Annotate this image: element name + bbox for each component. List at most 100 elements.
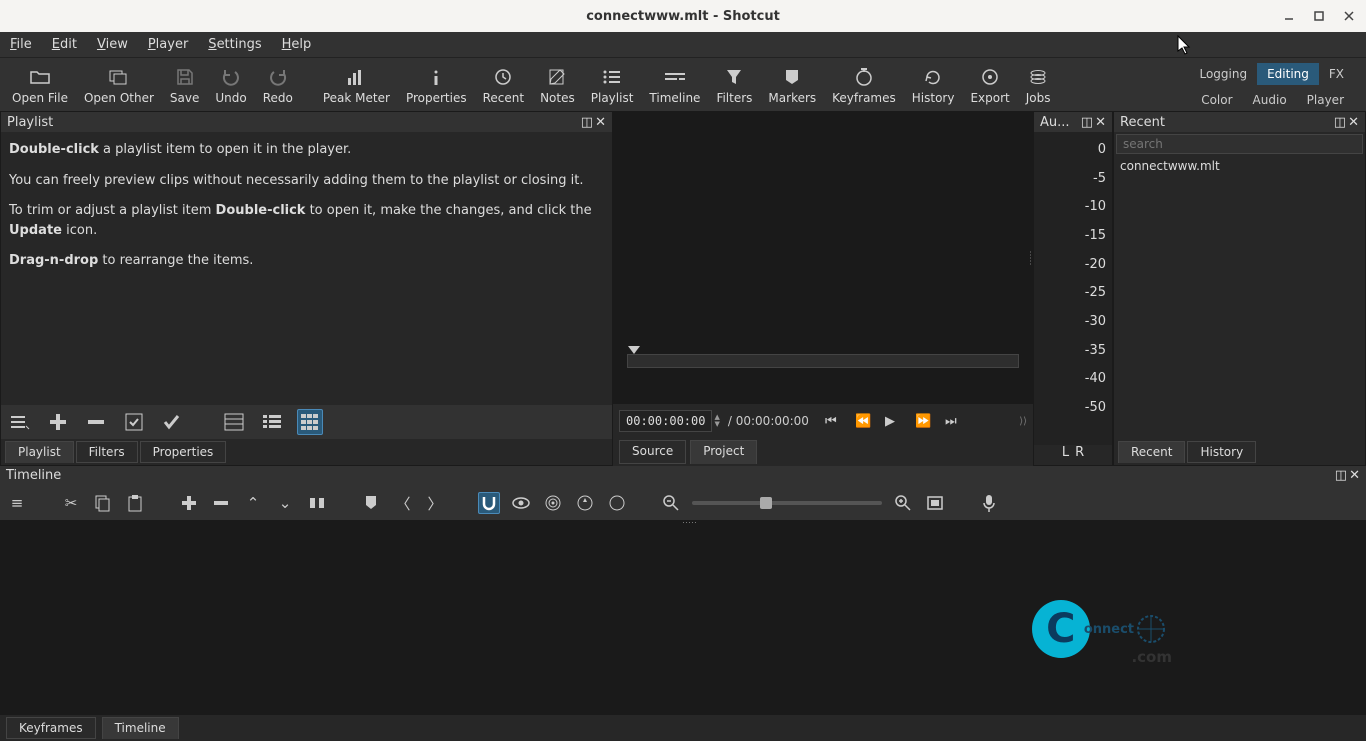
zoom-fit-icon[interactable]	[924, 492, 946, 514]
overwrite-icon[interactable]: ⌄	[274, 492, 296, 514]
copy-icon[interactable]	[92, 492, 114, 514]
maximize-button[interactable]	[1306, 3, 1332, 29]
keyframes-label: Keyframes	[832, 91, 896, 105]
ripple-icon[interactable]	[542, 492, 564, 514]
tab-editing[interactable]: Editing	[1257, 63, 1319, 85]
zoom-slider[interactable]	[692, 501, 882, 505]
close-panel-icon[interactable]: ✕	[1095, 115, 1106, 130]
close-panel-icon[interactable]: ✕	[1349, 468, 1360, 484]
tab-history[interactable]: History	[1187, 441, 1256, 463]
tab-keyframes-bottom[interactable]: Keyframes	[6, 717, 96, 739]
keyframes-button[interactable]: Keyframes	[824, 59, 904, 111]
open-other-button[interactable]: Open Other	[76, 59, 162, 111]
notes-button[interactable]: Notes	[532, 59, 583, 111]
ripple-all-icon[interactable]	[574, 492, 596, 514]
properties-button[interactable]: Properties	[398, 59, 475, 111]
timeline-menu-icon[interactable]: ≡	[6, 492, 28, 514]
menu-icon[interactable]	[7, 409, 33, 435]
redo-icon	[268, 65, 288, 89]
lift-icon[interactable]: ⌃	[242, 492, 264, 514]
redo-button[interactable]: Redo	[255, 59, 301, 111]
timecode-current[interactable]: 00:00:00:00	[619, 410, 712, 432]
skip-end-icon[interactable]: ⏭	[945, 414, 963, 429]
tab-logging[interactable]: Logging	[1189, 63, 1257, 85]
menu-player[interactable]: Player	[144, 35, 192, 54]
save-button[interactable]: Save	[162, 59, 207, 111]
menu-edit[interactable]: Edit	[48, 35, 81, 54]
paste-icon[interactable]	[124, 492, 146, 514]
play-icon[interactable]: ▶	[885, 414, 903, 429]
tab-timeline-bottom[interactable]: Timeline	[102, 717, 179, 739]
tab-project[interactable]: Project	[690, 440, 757, 464]
tab-color[interactable]: Color	[1191, 89, 1242, 111]
undock-icon[interactable]: ◫	[1335, 468, 1347, 484]
markers-button[interactable]: Markers	[760, 59, 824, 111]
fast-forward-icon[interactable]: ⏩	[915, 414, 933, 429]
tab-audio[interactable]: Audio	[1243, 89, 1297, 111]
recent-item[interactable]: connectwww.mlt	[1114, 156, 1365, 176]
tab-fx[interactable]: FX	[1319, 63, 1354, 85]
skip-start-icon[interactable]: ⏮	[825, 414, 843, 429]
tab-playlist-panel[interactable]: Playlist	[5, 441, 74, 463]
scrub-audio-icon[interactable]	[510, 492, 532, 514]
snap-icon[interactable]	[478, 492, 500, 514]
cut-icon[interactable]: ✂	[60, 492, 82, 514]
undo-button[interactable]: Undo	[207, 59, 254, 111]
recent-search-input[interactable]	[1116, 134, 1363, 154]
ripple-markers-icon[interactable]	[606, 492, 628, 514]
close-button[interactable]	[1336, 3, 1362, 29]
update-icon[interactable]	[121, 409, 147, 435]
append-icon[interactable]	[178, 492, 200, 514]
check-icon[interactable]	[159, 409, 185, 435]
undock-icon[interactable]: ◫	[1334, 115, 1346, 130]
record-audio-icon[interactable]	[978, 492, 1000, 514]
menu-help[interactable]: Help	[278, 35, 316, 54]
recent-button[interactable]: Recent	[475, 59, 532, 111]
close-panel-icon[interactable]: ✕	[1348, 115, 1359, 130]
prev-marker-icon[interactable]: 〈	[392, 492, 414, 514]
next-marker-icon[interactable]: 〉	[424, 492, 446, 514]
tab-filters-panel[interactable]: Filters	[76, 441, 138, 463]
menu-file[interactable]: File	[6, 35, 36, 54]
menu-settings[interactable]: Settings	[204, 35, 265, 54]
tab-source[interactable]: Source	[619, 440, 686, 464]
view-list-icon[interactable]	[259, 409, 285, 435]
marker-add-icon[interactable]	[360, 492, 382, 514]
minimize-button[interactable]	[1276, 3, 1302, 29]
menu-view[interactable]: View	[93, 35, 132, 54]
remove-icon[interactable]	[83, 409, 109, 435]
watermark-logo: C onnect .com	[1032, 600, 1166, 658]
history-button[interactable]: History	[904, 59, 963, 111]
peak-meter-button[interactable]: Peak Meter	[315, 59, 398, 111]
more-icon[interactable]: ⟩⟩	[1019, 416, 1027, 427]
rewind-icon[interactable]: ⏪	[855, 414, 873, 429]
disc-icon	[980, 65, 1000, 89]
scrub-bar[interactable]	[627, 354, 1019, 368]
timeline-header: Timeline ◫✕	[0, 466, 1366, 486]
playlist-button[interactable]: Playlist	[583, 59, 642, 111]
timeline-canvas[interactable]: C onnect .com	[0, 520, 1366, 715]
zoom-in-icon[interactable]	[892, 492, 914, 514]
tab-player[interactable]: Player	[1297, 89, 1354, 111]
open-file-button[interactable]: Open File	[4, 59, 76, 111]
bars-icon	[346, 65, 366, 89]
timeline-button[interactable]: Timeline	[641, 59, 708, 111]
tab-properties-panel[interactable]: Properties	[140, 441, 227, 463]
jobs-button[interactable]: Jobs	[1018, 59, 1059, 111]
tab-recent[interactable]: Recent	[1118, 441, 1185, 463]
ripple-delete-icon[interactable]	[210, 492, 232, 514]
zoom-out-icon[interactable]	[660, 492, 682, 514]
marker-icon	[784, 65, 800, 89]
add-icon[interactable]	[45, 409, 71, 435]
filters-button[interactable]: Filters	[708, 59, 760, 111]
save-icon	[175, 65, 195, 89]
close-panel-icon[interactable]: ✕	[595, 115, 606, 130]
time-down-icon[interactable]: ▼	[714, 421, 719, 428]
view-details-icon[interactable]	[221, 409, 247, 435]
video-preview[interactable]	[613, 111, 1033, 404]
view-grid-icon[interactable]	[297, 409, 323, 435]
export-button[interactable]: Export	[962, 59, 1017, 111]
undock-icon[interactable]: ◫	[581, 115, 593, 130]
split-icon[interactable]	[306, 492, 328, 514]
undock-icon[interactable]: ◫	[1081, 115, 1093, 130]
